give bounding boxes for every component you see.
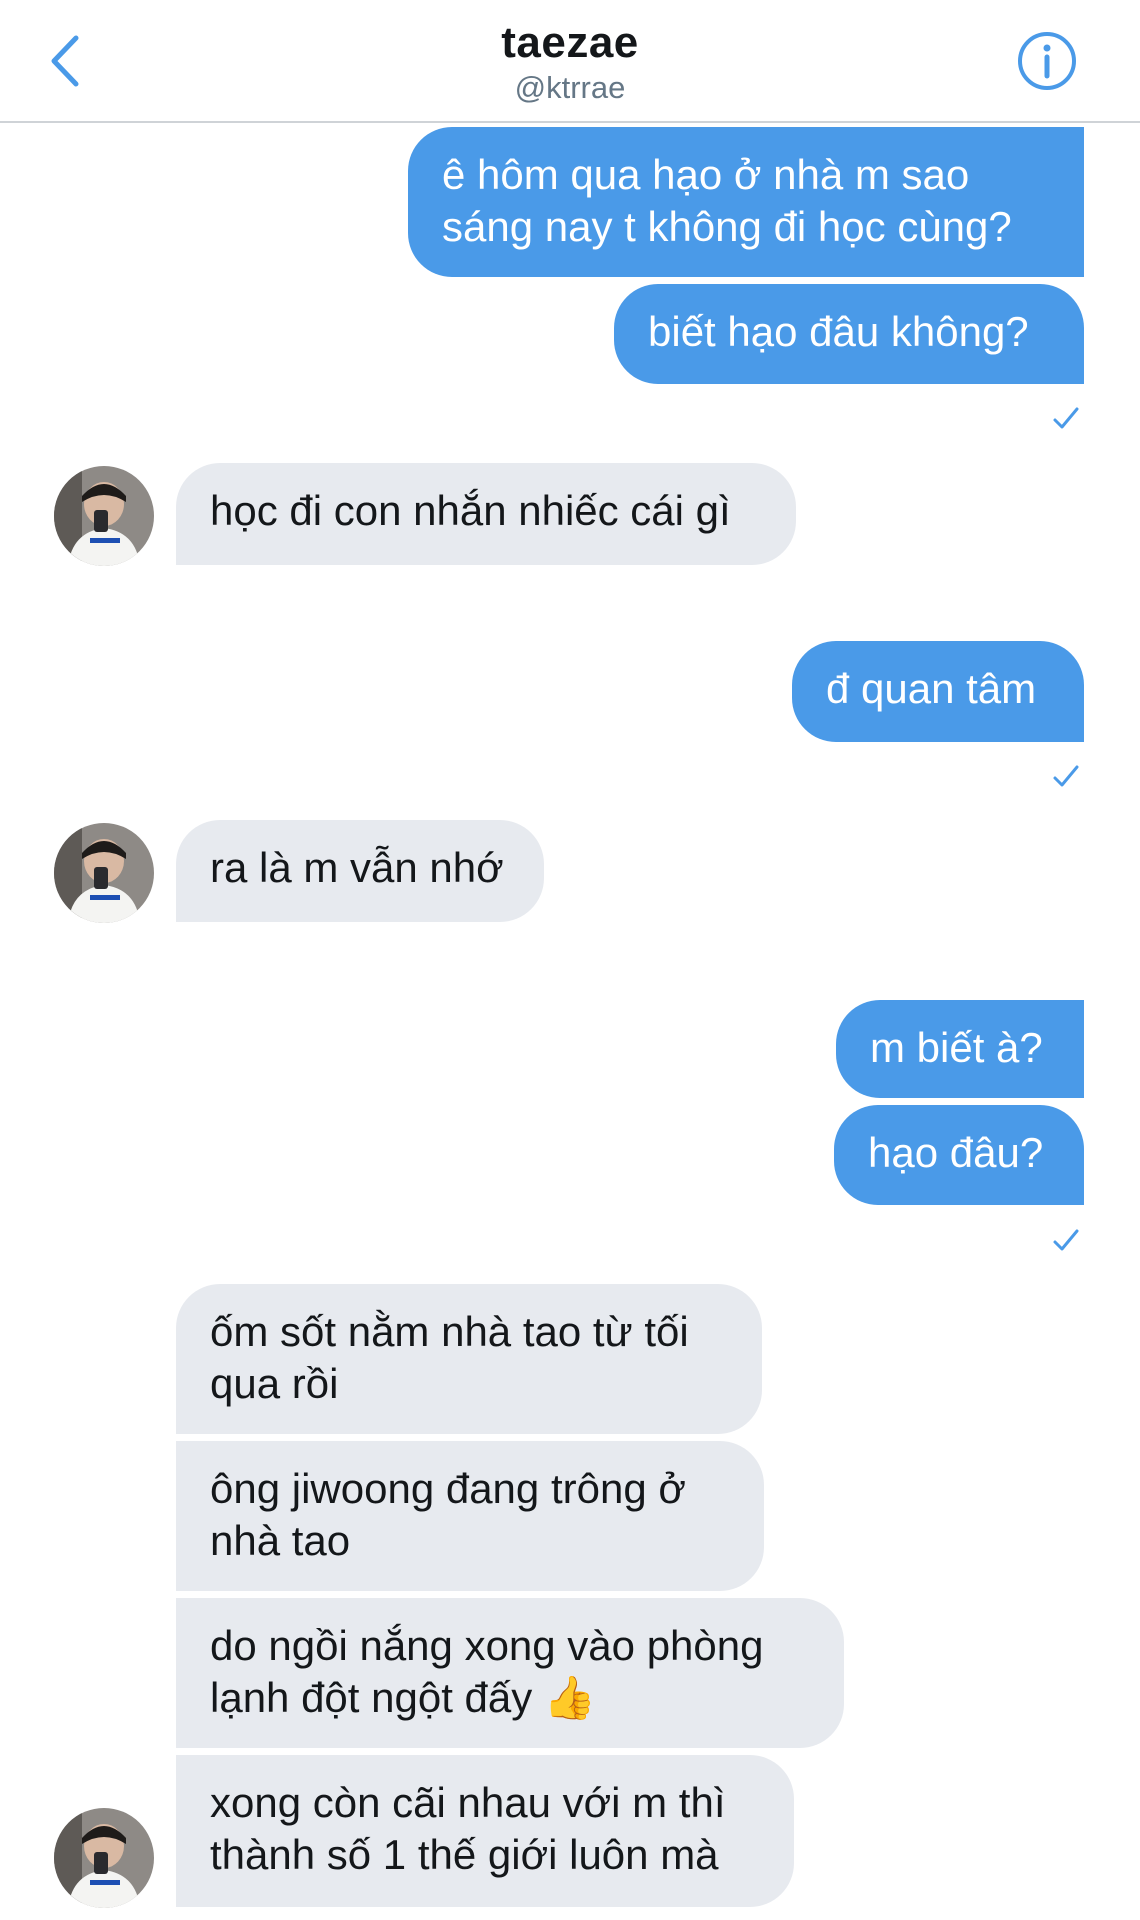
conversation-header: taezae @ktrrae (0, 0, 1140, 123)
message-bubble-incoming[interactable]: ra là m vẫn nhớ (176, 820, 544, 922)
message-bubble-incoming[interactable]: ông jiwoong đang trông ở nhà tao (176, 1441, 764, 1591)
seen-check-icon (1053, 407, 1079, 429)
avatar[interactable] (54, 1808, 154, 1908)
conversation-handle: @ktrrae (514, 70, 626, 105)
avatar[interactable] (54, 466, 154, 566)
message-bubble-outgoing[interactable]: biết hạo đâu không? (614, 284, 1084, 384)
seen-check-icon (1053, 1229, 1079, 1251)
message-bubble-incoming[interactable]: ốm sốt nằm nhà tao từ tối qua rồi (176, 1284, 762, 1434)
message-bubble-incoming[interactable]: học đi con nhắn nhiếc cái gì (176, 463, 796, 565)
message-bubble-outgoing[interactable]: ê hôm qua hạo ở nhà m sao sáng nay t khô… (408, 127, 1084, 277)
info-icon[interactable] (1016, 30, 1078, 92)
message-bubble-incoming[interactable]: xong còn cãi nhau với m thì thành số 1 t… (176, 1755, 794, 1907)
avatar[interactable] (54, 823, 154, 923)
seen-check-icon (1053, 765, 1079, 787)
message-bubble-outgoing[interactable]: đ quan tâm (792, 641, 1084, 742)
message-bubble-incoming[interactable]: do ngồi nắng xong vào phòng lạnh đột ngộ… (176, 1598, 844, 1748)
message-bubble-outgoing[interactable]: hạo đâu? (834, 1105, 1084, 1205)
conversation-title: taezae (501, 18, 639, 67)
message-bubble-outgoing[interactable]: m biết à? (836, 1000, 1084, 1098)
